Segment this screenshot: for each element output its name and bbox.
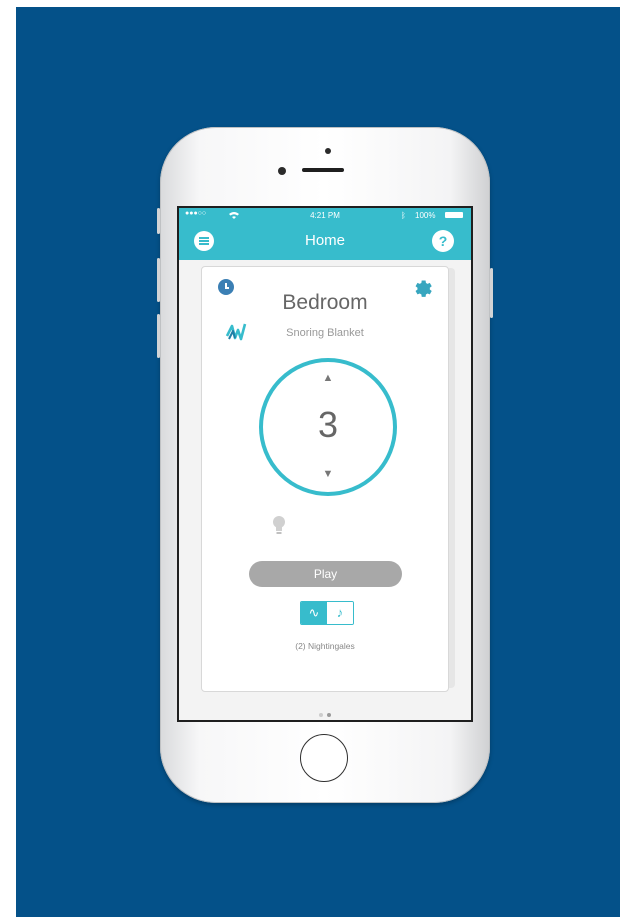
- page-dot-active[interactable]: [327, 713, 331, 717]
- device-card: Bedroom Snoring Blanket ▲ 3 ▼ Play ∿ ♪ (…: [201, 266, 449, 692]
- front-camera: [278, 167, 286, 175]
- play-button[interactable]: Play: [249, 561, 402, 587]
- earpiece-speaker: [302, 168, 344, 172]
- app-screen: ●●●○○ 4:21 PM ᛒ 100% Home ? Bedroom Snor…: [177, 206, 473, 722]
- bluetooth-icon: ᛒ: [401, 211, 406, 220]
- proximity-sensor: [325, 148, 331, 154]
- battery-icon: [445, 212, 463, 218]
- volume-down-button: [157, 314, 160, 358]
- mode-toggle: ∿ ♪: [300, 601, 354, 625]
- menu-icon[interactable]: [194, 231, 214, 251]
- wave-mode-icon[interactable]: ∿: [301, 602, 327, 624]
- page-title: Home: [304, 232, 345, 249]
- mute-switch: [157, 208, 160, 234]
- power-button: [490, 268, 493, 318]
- battery-percent: 100%: [415, 211, 436, 220]
- status-bar: ●●●○○ 4:21 PM ᛒ 100%: [179, 208, 471, 222]
- home-button[interactable]: [300, 734, 348, 782]
- next-card-edge: [449, 268, 455, 688]
- help-button[interactable]: ?: [432, 230, 454, 252]
- room-name: Bedroom: [282, 291, 368, 314]
- level-up-button[interactable]: ▲: [263, 372, 393, 384]
- device-product-name: Snoring Blanket: [286, 327, 364, 339]
- level-value: 3: [317, 404, 339, 445]
- volume-up-button: [157, 258, 160, 302]
- page-dot[interactable]: [319, 713, 323, 717]
- music-mode-icon[interactable]: ♪: [327, 602, 353, 624]
- nav-bar: Home: [179, 222, 471, 260]
- page-indicator: [179, 704, 471, 720]
- sound-name: (2) Nightingales: [295, 641, 355, 651]
- lightbulb-icon[interactable]: [272, 515, 286, 537]
- level-dial: ▲ 3 ▼: [259, 358, 397, 496]
- level-down-button[interactable]: ▼: [263, 468, 393, 480]
